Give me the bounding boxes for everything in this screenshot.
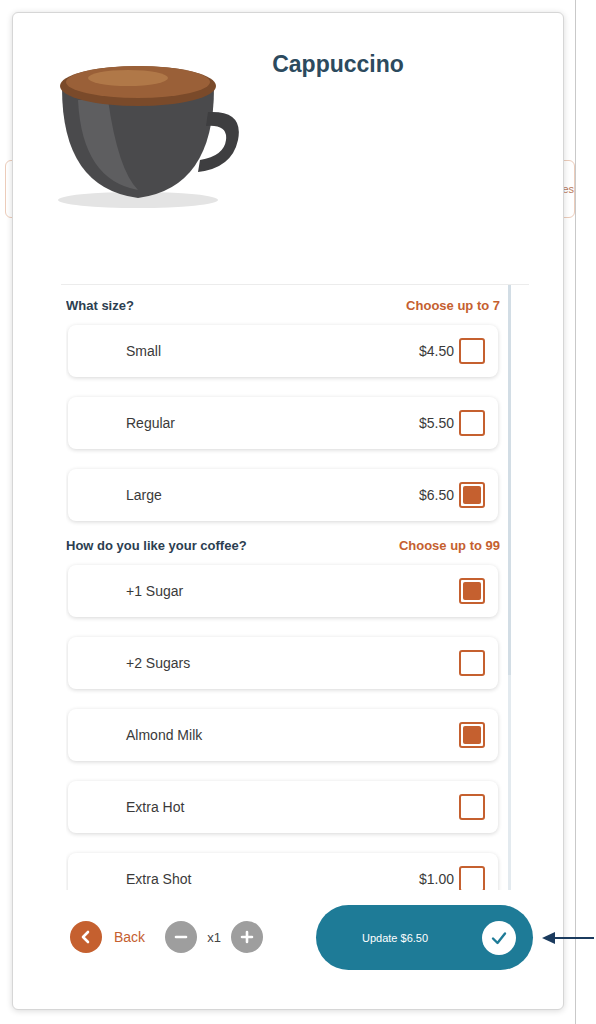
option-label: +1 Sugar bbox=[126, 583, 183, 599]
option-checkbox[interactable] bbox=[459, 578, 485, 604]
option-row[interactable]: +1 Sugar bbox=[68, 565, 498, 617]
checkbox-fill bbox=[463, 726, 481, 744]
option-section: How do you like your coffee? Choose up to… bbox=[66, 521, 500, 890]
option-row[interactable]: Extra Shot $1.00 bbox=[68, 853, 498, 890]
dialog-footer: Back x1 Update $6.50 bbox=[13, 890, 563, 1009]
option-checkbox[interactable] bbox=[459, 866, 485, 890]
section-limit: Choose up to 7 bbox=[406, 298, 500, 313]
chevron-left-icon bbox=[79, 930, 93, 944]
plus-icon bbox=[240, 930, 254, 944]
cappuccino-image bbox=[48, 60, 240, 210]
product-header: Cappuccino bbox=[13, 13, 563, 284]
back-label: Back bbox=[114, 929, 145, 945]
option-price: $6.50 bbox=[419, 487, 454, 503]
options-list[interactable]: What size? Choose up to 7 Small $4.50 Regula… bbox=[66, 285, 563, 890]
option-label: Extra Shot bbox=[126, 871, 191, 887]
update-label: Update $6.50 bbox=[362, 932, 428, 944]
scrollbar[interactable] bbox=[508, 285, 511, 890]
section-heading: How do you like your coffee? bbox=[66, 538, 247, 553]
option-row[interactable]: Regular $5.50 bbox=[68, 397, 498, 449]
quantity-stepper: x1 bbox=[165, 921, 263, 953]
option-checkbox[interactable] bbox=[459, 722, 485, 748]
option-section: What size? Choose up to 7 Small $4.50 Regula… bbox=[66, 293, 500, 521]
increase-button[interactable] bbox=[231, 921, 263, 953]
option-checkbox[interactable] bbox=[459, 338, 485, 364]
section-header: What size? Choose up to 7 bbox=[66, 295, 500, 315]
background-text: es bbox=[562, 183, 574, 195]
section-heading: What size? bbox=[66, 298, 134, 313]
option-checkbox[interactable] bbox=[459, 410, 485, 436]
option-price: $5.50 bbox=[419, 415, 454, 431]
option-label: Small bbox=[126, 343, 161, 359]
option-row[interactable]: +2 Sugars bbox=[68, 637, 498, 689]
back-button[interactable]: Back bbox=[70, 921, 145, 953]
option-label: Almond Milk bbox=[126, 727, 202, 743]
section-header: How do you like your coffee? Choose up to… bbox=[66, 535, 500, 555]
option-row[interactable]: Large $6.50 bbox=[68, 469, 498, 521]
decrease-button[interactable] bbox=[165, 921, 197, 953]
option-row[interactable]: Small $4.50 bbox=[68, 325, 498, 377]
option-checkbox[interactable] bbox=[459, 794, 485, 820]
header-divider bbox=[61, 284, 529, 285]
product-dialog: Cappuccino What size? Choose up to 7 Small $… bbox=[12, 12, 564, 1010]
update-button[interactable]: Update $6.50 bbox=[316, 905, 533, 970]
option-price: $4.50 bbox=[419, 343, 454, 359]
option-label: Regular bbox=[126, 415, 175, 431]
option-label: Large bbox=[126, 487, 162, 503]
checkbox-fill bbox=[463, 582, 481, 600]
section-limit: Choose up to 99 bbox=[399, 538, 500, 553]
screen: es Cappuccino What size? Choose up to 7 Smal… bbox=[0, 0, 596, 1024]
check-icon bbox=[489, 928, 509, 948]
option-row[interactable]: Almond Milk bbox=[68, 709, 498, 761]
option-row[interactable]: Extra Hot bbox=[68, 781, 498, 833]
option-label: +2 Sugars bbox=[126, 655, 190, 671]
annotation-arrow-icon bbox=[541, 930, 595, 946]
option-checkbox[interactable] bbox=[459, 650, 485, 676]
option-label: Extra Hot bbox=[126, 799, 184, 815]
checkbox-fill bbox=[463, 486, 481, 504]
product-title: Cappuccino bbox=[240, 51, 436, 78]
option-price: $1.00 bbox=[419, 871, 454, 887]
option-checkbox[interactable] bbox=[459, 482, 485, 508]
scrollbar-thumb[interactable] bbox=[508, 285, 511, 675]
minus-icon bbox=[174, 930, 188, 944]
quantity-value: x1 bbox=[207, 930, 221, 945]
